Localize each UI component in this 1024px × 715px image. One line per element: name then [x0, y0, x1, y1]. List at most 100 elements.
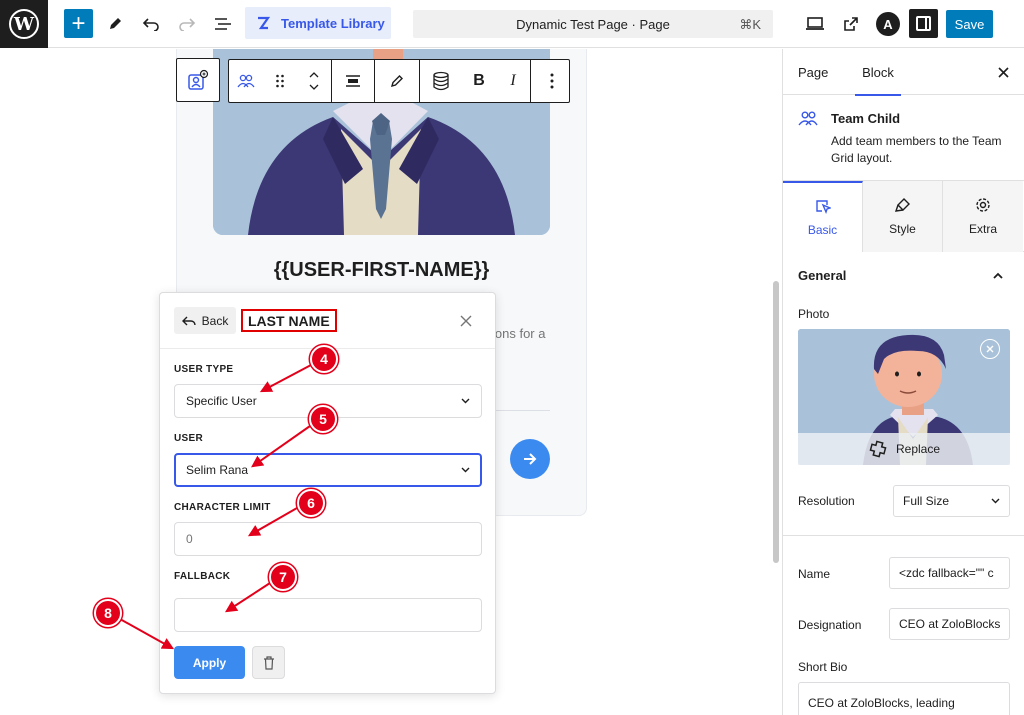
edit-pencil-icon[interactable]	[375, 60, 419, 102]
template-library-button[interactable]: Template Library	[245, 7, 391, 39]
arrow-right-icon	[524, 453, 537, 465]
user-type-value: Specific User	[186, 394, 257, 408]
keyboard-shortcut: ⌘K	[739, 17, 761, 32]
align-icon[interactable]	[332, 60, 374, 102]
italic-icon[interactable]: I	[496, 60, 530, 102]
settings-sidebar-toggle[interactable]	[909, 9, 938, 38]
block-card-title: Team Child	[831, 111, 901, 126]
inspector-sub-tabs: Basic Style Extra	[783, 181, 1024, 252]
drag-handle-icon[interactable]	[263, 60, 297, 102]
trash-icon	[263, 655, 274, 670]
tab-block[interactable]: Block	[855, 49, 901, 96]
chevron-down-icon	[991, 497, 1000, 506]
team-grid-icon	[188, 69, 209, 90]
gear-icon	[976, 198, 990, 212]
close-icon[interactable]	[456, 311, 476, 331]
tab-style-label: Style	[889, 222, 916, 236]
tab-extra-label: Extra	[968, 222, 997, 236]
add-block-button[interactable]: +	[64, 9, 93, 38]
pencil-tools-icon[interactable]	[103, 12, 127, 36]
settings-sidebar: Page Block Team Child Add team members t…	[782, 49, 1024, 715]
team-member-bio[interactable]: ions for a	[492, 326, 545, 341]
team-child-block-icon[interactable]	[229, 60, 263, 102]
resolution-label: Resolution	[798, 494, 855, 508]
section-title-general[interactable]: General	[798, 268, 846, 283]
user-type-label: USER TYPE	[174, 364, 234, 375]
plus-icon: +	[71, 9, 86, 37]
astra-settings-icon[interactable]: A	[876, 12, 900, 36]
replace-label: Replace	[895, 442, 941, 456]
user-value: Selim Rana	[186, 463, 249, 477]
back-button[interactable]: Back	[174, 307, 236, 334]
chevron-up-icon[interactable]	[990, 267, 1006, 283]
redo-icon[interactable]	[175, 12, 199, 36]
name-label: Name	[798, 567, 831, 581]
bold-icon[interactable]: B	[462, 60, 496, 102]
replace-icon	[869, 440, 887, 458]
resolution-select[interactable]: Full Size	[893, 485, 1010, 517]
tab-basic-label: Basic	[807, 223, 838, 237]
select-parent-block-button[interactable]	[176, 58, 220, 102]
annotation-marker-7: 7	[269, 563, 297, 591]
popover-header: Back LAST NAME	[160, 293, 495, 349]
sidebar-divider	[783, 535, 1024, 536]
character-limit-input[interactable]: 0	[174, 522, 482, 556]
dynamic-content-database-icon[interactable]	[420, 60, 462, 102]
move-up-down-icon[interactable]	[297, 60, 331, 102]
wordpress-icon: W	[9, 9, 39, 39]
tab-style[interactable]: Style	[863, 181, 943, 252]
block-toolbar-group-align	[332, 60, 375, 102]
character-limit-placeholder: 0	[186, 532, 193, 546]
tab-extra[interactable]: Extra	[943, 181, 1023, 252]
brush-icon	[894, 198, 910, 212]
sidebar-tabs: Page Block	[783, 49, 1024, 96]
team-child-block-icon	[798, 110, 818, 131]
block-toolbar-group-more	[531, 60, 573, 102]
undo-icon[interactable]	[139, 12, 163, 36]
close-icon[interactable]	[993, 62, 1013, 82]
wordpress-logo[interactable]: W	[0, 0, 48, 48]
tab-page[interactable]: Page	[798, 49, 828, 95]
chevron-down-icon	[461, 466, 470, 475]
fallback-input[interactable]	[174, 598, 482, 632]
replace-photo-button[interactable]: Replace	[798, 433, 1010, 465]
name-input[interactable]: <zdc fallback="" c	[889, 557, 1010, 589]
document-title: Dynamic Test Page · Page	[516, 17, 670, 32]
annotation-marker-4: 4	[310, 345, 338, 373]
canvas-scrollbar-thumb[interactable]	[773, 281, 779, 563]
annotation-marker-5: 5	[309, 405, 337, 433]
remove-photo-icon[interactable]	[980, 339, 1000, 359]
block-card: Team Child Add team members to the Team …	[783, 96, 1024, 181]
card-arrow-button[interactable]	[510, 439, 550, 479]
short-bio-label: Short Bio	[798, 660, 848, 674]
short-bio-textarea[interactable]: CEO at ZoloBlocks, leading	[798, 682, 1010, 715]
document-overview-icon[interactable]	[211, 12, 235, 36]
annotation-marker-8: 8	[94, 599, 122, 627]
designation-label: Designation	[798, 618, 862, 632]
popover-title: LAST NAME	[241, 309, 337, 332]
apply-button[interactable]: Apply	[174, 646, 245, 679]
designation-input[interactable]: CEO at ZoloBlocks	[889, 608, 1010, 640]
pointer-select-icon	[815, 200, 831, 214]
annotation-marker-6: 6	[297, 489, 325, 517]
tab-basic[interactable]: Basic	[783, 181, 863, 252]
block-toolbar-group-edit	[375, 60, 420, 102]
resolution-value: Full Size	[903, 494, 950, 508]
command-palette-bar[interactable]: Dynamic Test Page · Page ⌘K	[413, 10, 773, 38]
device-preview-icon[interactable]	[803, 12, 827, 36]
user-select[interactable]: Selim Rana	[174, 453, 482, 487]
block-toolbar-group-format: B I	[420, 60, 531, 102]
user-label: USER	[174, 433, 203, 444]
view-page-external-icon[interactable]	[839, 12, 863, 36]
chevron-down-icon	[461, 397, 470, 406]
more-options-icon[interactable]	[531, 60, 573, 102]
save-button[interactable]: Save	[946, 10, 993, 38]
back-arrow-icon	[181, 316, 196, 325]
delete-button[interactable]	[252, 646, 285, 679]
zolo-logo-icon	[245, 15, 281, 31]
template-library-label: Template Library	[281, 15, 385, 31]
back-label: Back	[201, 313, 229, 328]
block-card-description: Add team members to the Team Grid layout…	[831, 134, 1002, 165]
block-toolbar-group-mover	[229, 60, 332, 102]
team-member-name[interactable]: {{USER-FIRST-NAME}}	[176, 259, 587, 282]
